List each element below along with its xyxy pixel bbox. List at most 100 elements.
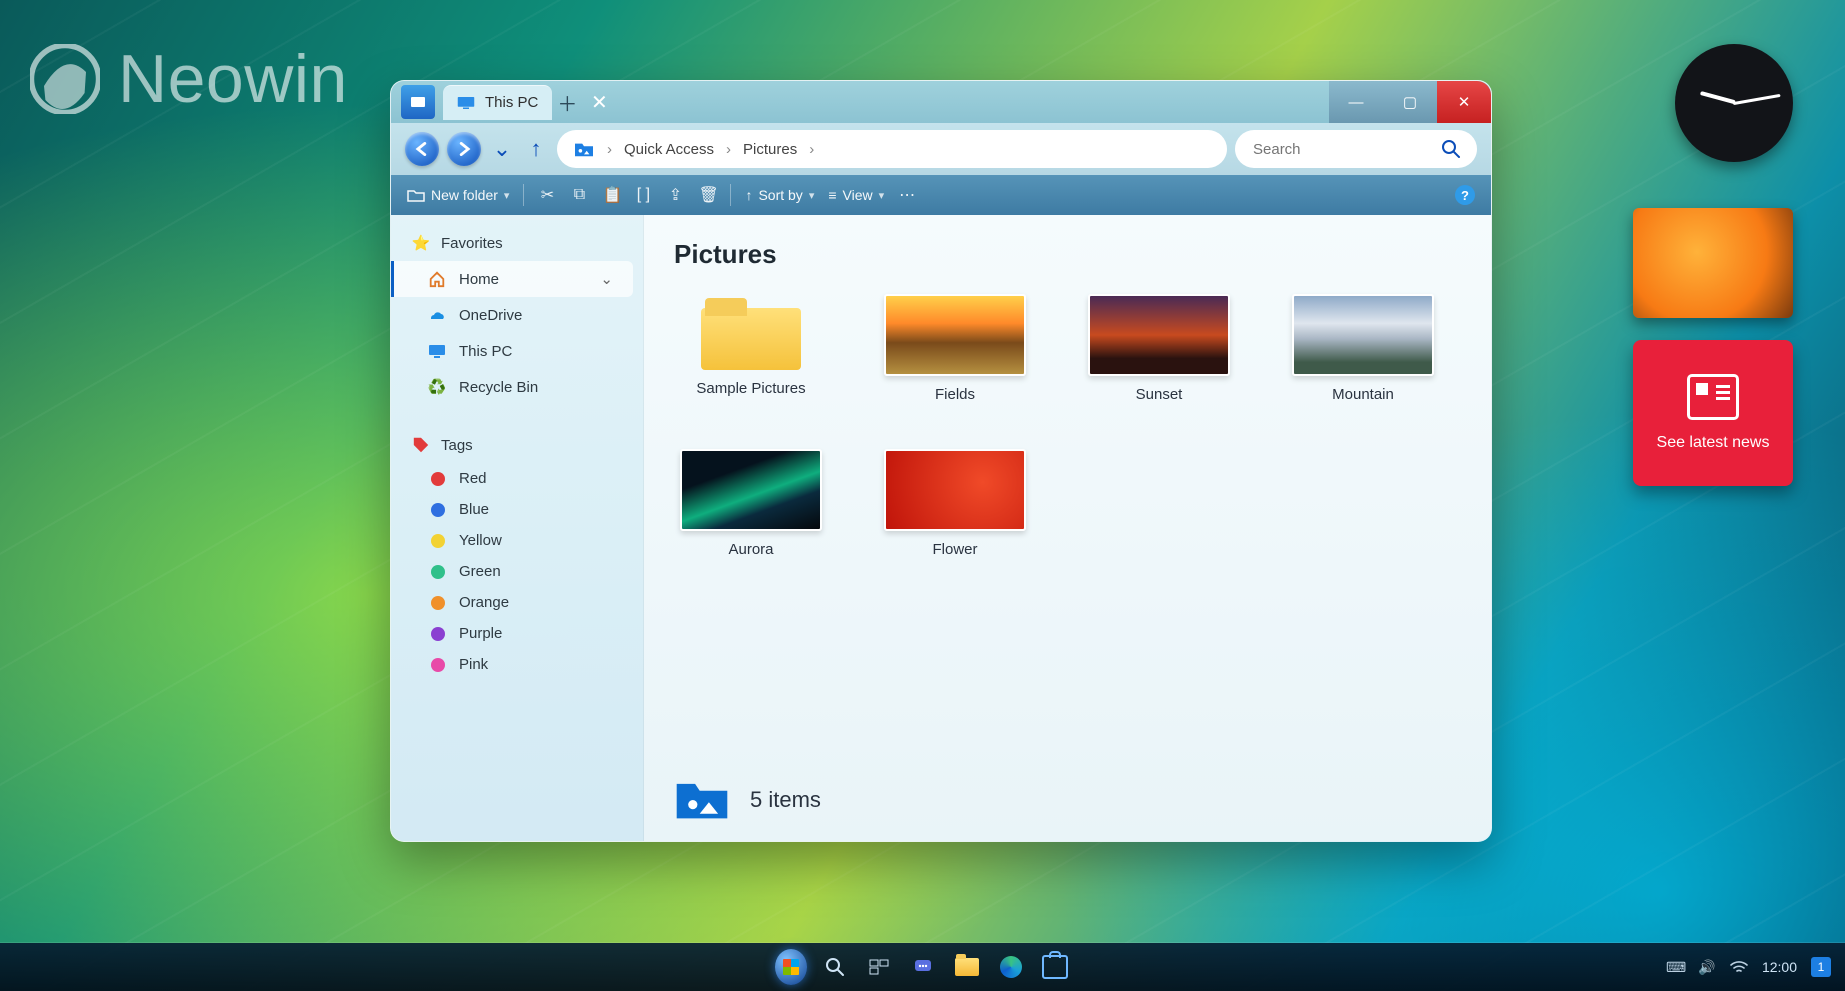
- new-tab-button[interactable]: ＋: [552, 87, 582, 117]
- color-dot-icon: [431, 658, 445, 672]
- item-mountain[interactable]: Mountain: [1286, 294, 1440, 403]
- close-window-button[interactable]: ✕: [1437, 81, 1491, 123]
- item-label: Fields: [935, 386, 975, 403]
- share-button[interactable]: ⇪: [666, 185, 684, 205]
- back-button[interactable]: [405, 132, 439, 166]
- tag-label: Yellow: [459, 532, 502, 549]
- breadcrumb-quick-access[interactable]: Quick Access: [624, 141, 714, 158]
- forward-button[interactable]: [447, 132, 481, 166]
- color-dot-icon: [431, 503, 445, 517]
- tag-item-yellow[interactable]: Yellow: [391, 525, 643, 556]
- color-dot-icon: [431, 627, 445, 641]
- neowin-logo-icon: [30, 44, 100, 114]
- item-label: Sample Pictures: [696, 380, 805, 397]
- new-folder-button[interactable]: New folder ▾: [407, 187, 509, 203]
- chevron-right-icon: ›: [809, 141, 814, 158]
- volume-tray-icon[interactable]: 🔊: [1698, 959, 1716, 976]
- search-taskbar-button[interactable]: [819, 951, 851, 983]
- minimize-button[interactable]: —: [1329, 81, 1383, 123]
- wifi-tray-icon[interactable]: [1730, 960, 1748, 974]
- sidebar-item-recycle-bin[interactable]: ♻️ Recycle Bin: [391, 369, 643, 405]
- folder-icon: [701, 292, 801, 370]
- paste-button[interactable]: 📋: [602, 185, 620, 205]
- status-bar: 5 items: [674, 757, 1461, 823]
- notification-badge[interactable]: 1: [1811, 957, 1831, 977]
- tag-item-blue[interactable]: Blue: [391, 494, 643, 525]
- command-toolbar: New folder ▾ ✂ ⧉ 📋 [ ] ⇪ 🗑 ↑ Sort by ▾ ≡…: [391, 175, 1491, 215]
- item-fields[interactable]: Fields: [878, 294, 1032, 403]
- up-button[interactable]: ↑: [523, 136, 549, 162]
- item-label: Aurora: [728, 541, 773, 558]
- item-sample-pictures[interactable]: Sample Pictures: [674, 294, 828, 403]
- color-dot-icon: [431, 534, 445, 548]
- view-button[interactable]: ≡ View ▾: [828, 187, 884, 203]
- tag-item-green[interactable]: Green: [391, 556, 643, 587]
- news-gadget[interactable]: See latest news: [1633, 340, 1793, 486]
- tag-icon: [411, 435, 431, 455]
- monitor-icon: [457, 96, 475, 110]
- favorites-header[interactable]: ⭐ Favorites: [391, 225, 643, 261]
- tags-header[interactable]: Tags: [391, 427, 643, 463]
- photo-gadget[interactable]: [1633, 208, 1793, 318]
- search-input[interactable]: [1251, 140, 1395, 159]
- item-label: Sunset: [1136, 386, 1183, 403]
- item-flower[interactable]: Flower: [878, 449, 1032, 558]
- store-taskbar[interactable]: [1039, 951, 1071, 983]
- folder-plus-icon: [407, 187, 425, 203]
- tag-item-red[interactable]: Red: [391, 463, 643, 494]
- sort-by-button[interactable]: ↑ Sort by ▾: [745, 187, 814, 203]
- image-thumbnail: [1088, 294, 1230, 376]
- image-thumbnail: [1292, 294, 1434, 376]
- copy-button[interactable]: ⧉: [570, 186, 588, 204]
- chat-icon: [913, 957, 933, 977]
- delete-button[interactable]: 🗑: [698, 185, 716, 205]
- tag-item-pink[interactable]: Pink: [391, 649, 643, 680]
- file-explorer-taskbar[interactable]: [951, 951, 983, 983]
- keyboard-tray-icon[interactable]: ⌨: [1666, 959, 1684, 976]
- start-button[interactable]: [775, 951, 807, 983]
- tag-label: Orange: [459, 594, 509, 611]
- sidebar-item-home[interactable]: Home ⌄: [391, 261, 633, 297]
- item-label: Mountain: [1332, 386, 1394, 403]
- content-pane: Pictures Sample PicturesFieldsSunsetMoun…: [644, 215, 1491, 841]
- app-icon: [401, 85, 435, 119]
- history-dropdown[interactable]: ⌄: [489, 136, 515, 162]
- file-explorer-window: This PC ＋ ✕ — ▢ ✕ ⌄ ↑ › Quick Access › P…: [390, 80, 1492, 842]
- close-tab-button[interactable]: ✕: [584, 87, 614, 117]
- task-view-button[interactable]: [863, 951, 895, 983]
- cut-button[interactable]: ✂: [538, 185, 556, 205]
- sidebar-item-label: OneDrive: [459, 307, 522, 324]
- color-dot-icon: [431, 472, 445, 486]
- news-gadget-label: See latest news: [1657, 434, 1770, 452]
- clock-gadget[interactable]: [1675, 44, 1793, 162]
- color-dot-icon: [431, 565, 445, 579]
- search-box[interactable]: [1235, 130, 1477, 168]
- more-button[interactable]: ⋯: [898, 185, 916, 205]
- clock-tray[interactable]: 12:00: [1762, 959, 1797, 975]
- tag-label: Blue: [459, 501, 489, 518]
- maximize-button[interactable]: ▢: [1383, 81, 1437, 123]
- star-icon: ⭐: [411, 233, 431, 253]
- task-view-icon: [869, 959, 889, 975]
- rename-button[interactable]: [ ]: [634, 186, 652, 204]
- help-button[interactable]: ?: [1455, 185, 1475, 205]
- titlebar[interactable]: This PC ＋ ✕ — ▢ ✕: [391, 81, 1491, 123]
- tag-item-purple[interactable]: Purple: [391, 618, 643, 649]
- edge-taskbar[interactable]: [995, 951, 1027, 983]
- sidebar-item-onedrive[interactable]: OneDrive: [391, 297, 643, 333]
- onedrive-icon: [427, 305, 447, 325]
- sidebar-item-this-pc[interactable]: This PC: [391, 333, 643, 369]
- chat-button[interactable]: [907, 951, 939, 983]
- item-aurora[interactable]: Aurora: [674, 449, 828, 558]
- address-bar[interactable]: › Quick Access › Pictures ›: [557, 130, 1227, 168]
- system-tray: ⌨ 🔊 12:00 1: [1666, 957, 1831, 977]
- chevron-right-icon: ›: [726, 141, 731, 158]
- search-icon: [1441, 139, 1461, 159]
- tab-this-pc[interactable]: This PC: [443, 85, 552, 120]
- image-thumbnail: [884, 294, 1026, 376]
- tag-item-orange[interactable]: Orange: [391, 587, 643, 618]
- thispc-icon: [427, 341, 447, 361]
- item-sunset[interactable]: Sunset: [1082, 294, 1236, 403]
- breadcrumb-pictures[interactable]: Pictures: [743, 141, 797, 158]
- sidebar: ⭐ Favorites Home ⌄ OneDrive Th: [391, 215, 644, 841]
